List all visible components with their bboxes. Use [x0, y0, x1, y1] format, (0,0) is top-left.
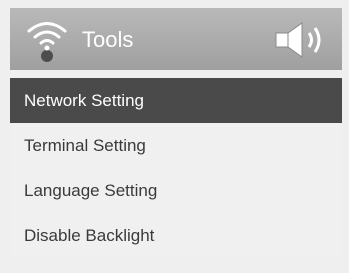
menu-item-network-setting[interactable]: Network Setting [10, 78, 342, 123]
tools-screen: Tools Network Setting Terminal Setting L… [0, 0, 349, 273]
menu-item-terminal-setting[interactable]: Terminal Setting [10, 123, 342, 168]
tools-menu: Network Setting Terminal Setting Languag… [10, 78, 342, 258]
menu-item-language-setting[interactable]: Language Setting [10, 168, 342, 213]
menu-item-disable-backlight[interactable]: Disable Backlight [10, 213, 342, 258]
speaker-volume-icon[interactable] [268, 18, 330, 62]
header-bar: Tools [10, 8, 342, 70]
page-title: Tools [82, 27, 134, 52]
wifi-antenna-icon [27, 22, 67, 62]
